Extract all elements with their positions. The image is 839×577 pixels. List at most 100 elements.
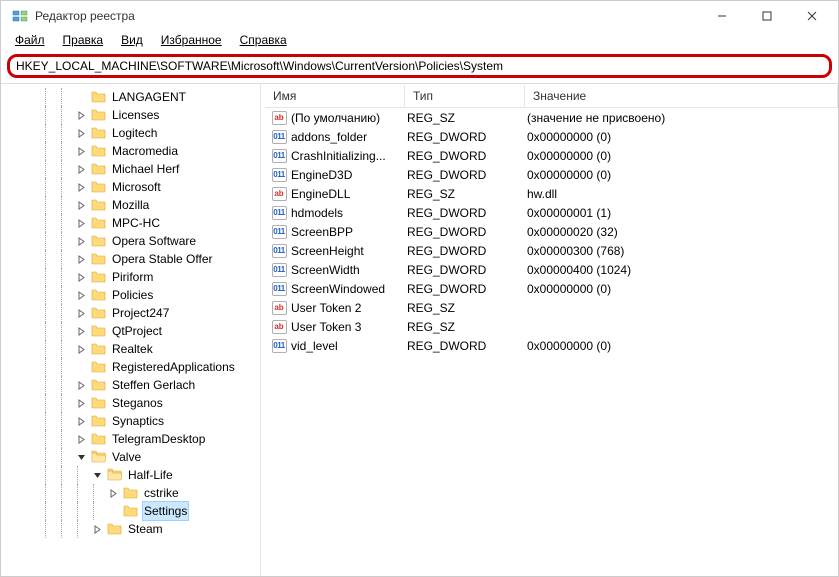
tree-label: Opera Software <box>110 232 198 250</box>
value-data: 0x00000000 (0) <box>527 168 838 182</box>
folder-icon <box>91 324 107 338</box>
column-value[interactable]: Значение <box>525 85 838 107</box>
tree-item[interactable]: Project247 <box>3 304 260 322</box>
expand-icon[interactable] <box>77 129 91 138</box>
menubar: Файл Правка Вид Избранное Справка <box>1 31 838 51</box>
tree-item[interactable]: QtProject <box>3 322 260 340</box>
dword-icon: 011 <box>271 338 287 354</box>
value-row[interactable]: 011vid_levelREG_DWORD0x00000000 (0) <box>265 336 838 355</box>
expand-icon[interactable] <box>77 399 91 408</box>
tree-item[interactable]: Steam <box>3 520 260 538</box>
tree-item[interactable]: Realtek <box>3 340 260 358</box>
tree-item[interactable]: Michael Herf <box>3 160 260 178</box>
folder-icon <box>91 126 107 140</box>
value-name: hdmodels <box>291 206 407 220</box>
tree-item[interactable]: Microsoft <box>3 178 260 196</box>
tree-item[interactable]: Logitech <box>3 124 260 142</box>
tree-item[interactable]: Licenses <box>3 106 260 124</box>
value-row[interactable]: abEngineDLLREG_SZhw.dll <box>265 184 838 203</box>
tree-label: TelegramDesktop <box>110 430 207 448</box>
tree-item[interactable]: Settings <box>3 502 260 520</box>
minimize-button[interactable] <box>699 1 744 31</box>
tree-pane[interactable]: LANGAGENTLicensesLogitechMacromediaMicha… <box>1 84 261 576</box>
expand-icon[interactable] <box>77 165 91 174</box>
column-name[interactable]: Имя <box>265 85 405 107</box>
tree-item[interactable]: Mozilla <box>3 196 260 214</box>
window-title: Редактор реестра <box>35 9 699 23</box>
tree-item[interactable]: TelegramDesktop <box>3 430 260 448</box>
menu-view[interactable]: Вид <box>113 31 151 51</box>
string-icon: ab <box>271 186 287 202</box>
value-row[interactable]: 011addons_folderREG_DWORD0x00000000 (0) <box>265 127 838 146</box>
expand-icon[interactable] <box>77 183 91 192</box>
tree-item[interactable]: Macromedia <box>3 142 260 160</box>
collapse-icon[interactable] <box>77 453 91 462</box>
expand-icon[interactable] <box>77 417 91 426</box>
tree-label: Realtek <box>110 340 155 358</box>
expand-icon[interactable] <box>77 345 91 354</box>
list-body[interactable]: ab(По умолчанию)REG_SZ(значение не присв… <box>265 108 838 576</box>
tree-item[interactable]: cstrike <box>3 484 260 502</box>
folder-icon <box>91 288 107 302</box>
tree-item[interactable]: Opera Software <box>3 232 260 250</box>
value-row[interactable]: 011CrashInitializing...REG_DWORD0x000000… <box>265 146 838 165</box>
value-row[interactable]: abUser Token 2REG_SZ <box>265 298 838 317</box>
folder-icon <box>107 522 123 536</box>
menu-favorites[interactable]: Избранное <box>153 31 230 51</box>
value-row[interactable]: 011hdmodelsREG_DWORD0x00000001 (1) <box>265 203 838 222</box>
dword-icon: 011 <box>271 129 287 145</box>
expand-icon[interactable] <box>77 435 91 444</box>
collapse-icon[interactable] <box>93 471 107 480</box>
content-area: LANGAGENTLicensesLogitechMacromediaMicha… <box>1 83 838 576</box>
tree-item[interactable]: Synaptics <box>3 412 260 430</box>
expand-icon[interactable] <box>77 111 91 120</box>
dword-icon: 011 <box>271 224 287 240</box>
value-row[interactable]: abUser Token 3REG_SZ <box>265 317 838 336</box>
expand-icon[interactable] <box>93 525 107 534</box>
value-row[interactable]: 011EngineD3DREG_DWORD0x00000000 (0) <box>265 165 838 184</box>
value-row[interactable]: 011ScreenWidthREG_DWORD0x00000400 (1024) <box>265 260 838 279</box>
expand-icon[interactable] <box>77 255 91 264</box>
value-name: EngineD3D <box>291 168 407 182</box>
expand-icon[interactable] <box>77 291 91 300</box>
expand-icon[interactable] <box>77 381 91 390</box>
folder-icon <box>91 396 107 410</box>
menu-help[interactable]: Справка <box>232 31 295 51</box>
maximize-button[interactable] <box>744 1 789 31</box>
tree-item[interactable]: LANGAGENT <box>3 88 260 106</box>
value-type: REG_SZ <box>407 187 527 201</box>
tree-item[interactable]: Piriform <box>3 268 260 286</box>
expand-icon[interactable] <box>77 201 91 210</box>
expand-icon[interactable] <box>77 273 91 282</box>
tree-item[interactable]: MPC-HC <box>3 214 260 232</box>
tree-item[interactable]: Steganos <box>3 394 260 412</box>
expand-icon[interactable] <box>77 327 91 336</box>
tree-item[interactable]: Half-Life <box>3 466 260 484</box>
tree-item[interactable]: Valve <box>3 448 260 466</box>
tree-item[interactable]: Steffen Gerlach <box>3 376 260 394</box>
menu-file[interactable]: Файл <box>7 31 53 51</box>
tree-label: Policies <box>110 286 155 304</box>
value-row[interactable]: ab(По умолчанию)REG_SZ(значение не присв… <box>265 108 838 127</box>
value-type: REG_DWORD <box>407 206 527 220</box>
value-row[interactable]: 011ScreenBPPREG_DWORD0x00000020 (32) <box>265 222 838 241</box>
menu-edit[interactable]: Правка <box>55 31 112 51</box>
expand-icon[interactable] <box>77 237 91 246</box>
address-input[interactable] <box>16 59 823 73</box>
close-button[interactable] <box>789 1 834 31</box>
tree-item[interactable]: RegisteredApplications <box>3 358 260 376</box>
expand-icon[interactable] <box>77 147 91 156</box>
expand-icon[interactable] <box>77 219 91 228</box>
value-row[interactable]: 011ScreenWindowedREG_DWORD0x00000000 (0) <box>265 279 838 298</box>
expand-icon[interactable] <box>109 489 123 498</box>
column-type[interactable]: Тип <box>405 85 525 107</box>
expand-icon[interactable] <box>77 309 91 318</box>
value-data: hw.dll <box>527 187 838 201</box>
tree-label: Licenses <box>110 106 161 124</box>
tree-item[interactable]: Opera Stable Offer <box>3 250 260 268</box>
addressbar-highlight <box>7 54 832 78</box>
value-name: ScreenWindowed <box>291 282 407 296</box>
value-row[interactable]: 011ScreenHeightREG_DWORD0x00000300 (768) <box>265 241 838 260</box>
folder-icon <box>91 450 107 464</box>
tree-item[interactable]: Policies <box>3 286 260 304</box>
